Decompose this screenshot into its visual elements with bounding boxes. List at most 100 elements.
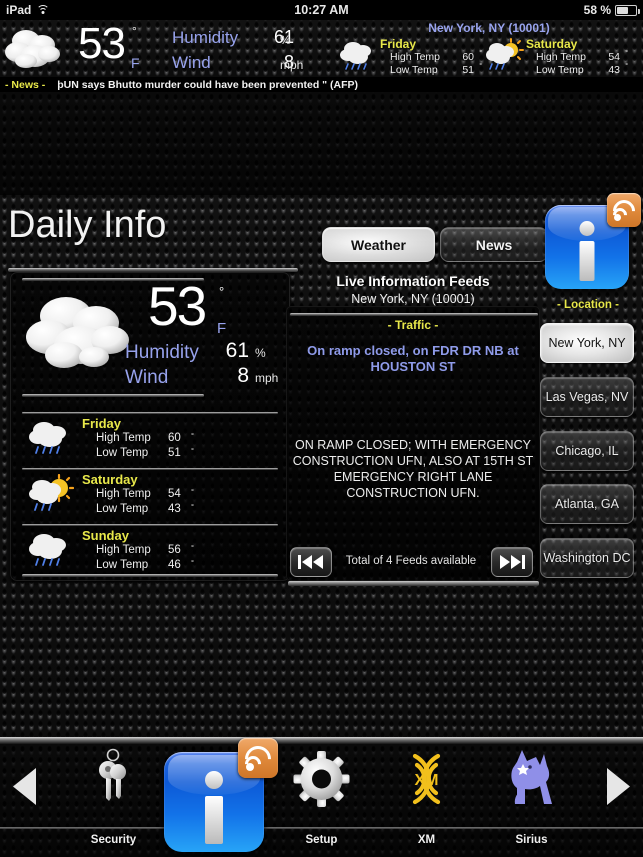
location-button-chicago[interactable]: Chicago, IL [540,431,634,471]
forecast-high-label: High Temp [96,488,151,500]
tab-news[interactable]: News [440,227,548,262]
panel-divider-bottom [22,574,278,577]
banner-location: New York, NY (10001) [428,21,550,35]
panel-temp-unit: F [217,320,227,337]
panel-wind-unit: mph [255,371,279,385]
feeds-headline: On ramp closed, on FDR DR NB at HOUSTON … [307,343,519,374]
forecast-low-row: Low Temp 43 ° [536,63,636,76]
keys-icon [99,748,126,801]
dock-label-setup: Setup [305,834,338,846]
feeds-divider [290,313,538,316]
sirius-dog-icon [511,750,552,804]
forecast-high-label: High Temp [390,51,440,63]
forecast-divider-3 [22,524,278,526]
forecast-high-row: High Temp 56 ° [96,543,282,556]
panel-divider-mid [22,394,204,397]
forecast-high-row: High Temp 60 ° [96,431,282,444]
forecast-divider-1 [22,412,278,414]
panel-degree-symbol: ° [219,284,225,299]
forecast-low-row: Low Temp 51 ° [390,63,490,76]
panel-humidity-value: 61 [225,339,249,362]
arrow-left-icon [13,768,36,805]
battery-percent-label: 58 % [583,3,611,17]
cloudy-icon [5,30,60,68]
forecast-row-saturday[interactable]: Saturday High Temp 54 ° Low Temp 43 ° [20,472,282,518]
weather-panel: 53 ° F Humidity 61 % Wind 8 mph Friday H… [10,272,290,581]
forecast-high-label: High Temp [96,544,151,556]
status-right: 58 % [583,3,640,17]
location-button-washington-dc[interactable]: Washington DC [540,538,634,578]
info-i-stem [205,796,223,844]
location-button-las-vegas[interactable]: Las Vegas, NV [540,377,634,417]
dock-item-sirius[interactable]: Sirius [480,744,583,846]
forecast-low-label: Low Temp [96,503,149,515]
gear-icon [293,751,350,807]
dock-top-edge [0,737,643,744]
forecast-low-label: Low Temp [96,447,149,459]
dock-label-security: Security [90,834,137,846]
news-ticker-headline: þUN says Bhutto murder could have been p… [57,78,359,91]
forecast-high-degree: ° [191,431,194,440]
feeds-category-label: - Traffic - [387,318,439,332]
forecast-high-label: High Temp [536,51,586,63]
rss-arc-outer [608,195,640,227]
forecast-low-row: Low Temp 46 ° [96,558,282,571]
forecast-low-value: 43 [168,503,181,515]
panel-wind-label: Wind [125,367,169,388]
banner-forecast-saturday: Saturday High Temp 54 ° Low Temp 43 ° [484,37,636,76]
dock-previous-page-button[interactable] [10,764,40,809]
banner-humidity-label: Humidity [172,28,239,47]
forecast-day-label: Sunday [82,528,129,543]
forecast-low-row: Low Temp 43 ° [96,502,282,515]
forecast-high-value: 54 [608,51,620,63]
dock-item-info[interactable] [164,738,278,852]
banner-humidity-unit: % [280,33,291,47]
rain-cloud-icon [29,422,66,454]
panel-wind-value: 8 [237,364,249,387]
skip-next-icon [500,555,525,569]
forecast-low-label: Low Temp [96,559,149,571]
dock-item-setup[interactable]: Setup [270,744,373,846]
info-app-icon[interactable] [545,193,641,289]
forecast-high-value: 60 [168,432,181,444]
news-ticker-tag: - News - [5,78,46,91]
forecast-high-label: High Temp [96,432,151,444]
forecast-row-friday[interactable]: Friday High Temp 60 ° Low Temp 51 ° [20,416,282,462]
sun-rain-cloud-icon [486,38,524,70]
forecast-low-value: 51 [462,64,474,76]
forecast-day-label: Friday [380,37,417,51]
forecast-high-row: High Temp 60 ° [390,50,490,63]
location-button-atlanta[interactable]: Atlanta, GA [540,484,634,524]
forecast-low-label: Low Temp [536,64,584,76]
banner-forecast-friday: Friday High Temp 60 ° Low Temp 51 ° [338,37,490,76]
forecast-low-value: 43 [608,64,620,76]
news-ticker[interactable]: - News - þUN says Bhutto murder could ha… [0,77,643,92]
forecast-low-degree: ° [191,446,194,455]
forecast-high-degree: ° [625,50,628,57]
dock-label-sirius: Sirius [515,834,548,846]
forecast-high-row: High Temp 54 ° [96,487,282,500]
dock-item-xm[interactable]: XM XM [375,744,478,846]
panel-temperature: 53 [148,275,207,337]
status-bar: iPad 10:27 AM 58 % [0,0,643,20]
location-button-new-york[interactable]: New York, NY [540,323,634,363]
battery-icon [615,4,640,16]
forecast-high-value: 54 [168,488,181,500]
forecast-low-degree: ° [625,63,628,70]
forecast-row-sunday[interactable]: Sunday High Temp 56 ° Low Temp 46 ° [20,528,282,574]
banner-wind-unit: mph [280,58,304,72]
dock-label-xm: XM [417,834,436,846]
feeds-body-text: ON RAMP CLOSED; WITH EMERGENCY CONSTRUCT… [292,438,534,500]
banner-degree-symbol: ° [132,24,137,38]
forecast-low-label: Low Temp [390,64,438,76]
tab-weather[interactable]: Weather [322,227,435,262]
forecast-day-label: Saturday [526,37,578,51]
dock-next-page-button[interactable] [603,764,633,809]
feeds-location: New York, NY (10001) [351,292,475,306]
sun-rain-cloud-icon [29,474,74,511]
forecast-low-degree: ° [191,502,194,511]
svg-text:XM: XM [415,772,439,789]
dock-item-security[interactable]: Security [62,744,165,846]
feeds-next-button[interactable] [491,547,533,577]
feeds-previous-button[interactable] [290,547,332,577]
